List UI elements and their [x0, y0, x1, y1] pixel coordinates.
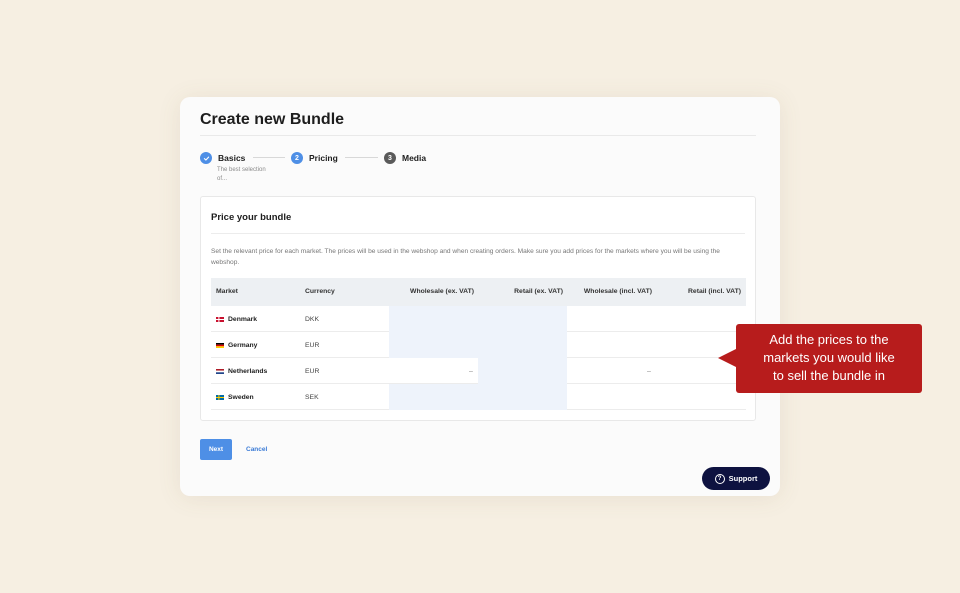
table-row: Sweden SEK: [211, 384, 746, 410]
wholesale-ex-value: –: [469, 367, 473, 375]
support-button[interactable]: ? Support: [702, 467, 770, 490]
pricing-panel: Price your bundle Set the relevant price…: [200, 196, 756, 421]
step-number-pricing: 2: [291, 152, 303, 164]
price-input-incl[interactable]: [567, 384, 746, 410]
table-row: Germany EUR: [211, 332, 746, 358]
support-label: Support: [728, 474, 758, 483]
currency-cell: EUR: [305, 367, 320, 375]
column-header-retail-incl: Retail (incl. VAT): [688, 288, 741, 295]
cancel-button[interactable]: Cancel: [246, 439, 267, 460]
step-label-media: Media: [402, 153, 427, 163]
callout-pointer: [718, 349, 736, 367]
price-input-wholesale-ex[interactable]: [389, 384, 567, 410]
step-basics[interactable]: Basics: [200, 152, 245, 164]
market-name: Netherlands: [228, 367, 268, 375]
germany-flag-icon: [216, 342, 224, 348]
price-input-retail-ex[interactable]: [478, 358, 567, 384]
page-title: Create new Bundle: [200, 111, 345, 128]
market-name: Germany: [228, 341, 258, 349]
market-cell: Germany: [216, 332, 257, 358]
currency-cell: DKK: [305, 315, 319, 323]
currency-cell: EUR: [305, 341, 320, 349]
denmark-flag-icon: [216, 316, 224, 322]
step-number-media: 3: [384, 152, 396, 164]
next-button[interactable]: Next: [200, 439, 232, 460]
market-cell: Netherlands: [215, 358, 268, 384]
stepper: Basics The best selection of... 2 Pricin…: [200, 152, 760, 192]
step-media[interactable]: 3 Media: [384, 152, 426, 164]
market-name: Denmark: [228, 315, 258, 323]
currency-cell: SEK: [305, 393, 319, 401]
price-input-wholesale-ex[interactable]: [389, 332, 567, 358]
tooltip-callout: Add the prices to the markets you would …: [736, 324, 922, 393]
panel-title: Price your bundle: [211, 212, 292, 223]
create-bundle-dialog: Create new Bundle Basics The best select…: [180, 97, 780, 496]
column-header-wholesale-ex: Wholesale (ex. VAT): [410, 288, 474, 295]
wholesale-incl-value: –: [647, 367, 651, 375]
callout-line: to sell the bundle in: [772, 368, 886, 383]
sweden-flag-icon: [216, 394, 224, 400]
column-header-wholesale-incl: Wholesale (incl. VAT): [583, 288, 652, 295]
step-label-basics: Basics: [218, 153, 246, 163]
price-input-wholesale-incl[interactable]: [567, 306, 656, 332]
price-input-retail-incl[interactable]: [656, 306, 746, 332]
table-row: Netherlands EUR – –: [211, 358, 746, 384]
step-pricing[interactable]: 2 Pricing: [291, 152, 338, 164]
table-header: Market Currency Wholesale (ex. VAT) Reta…: [211, 278, 746, 306]
panel-divider: [211, 233, 745, 234]
title-divider: [200, 135, 756, 136]
market-name: Sweden: [228, 393, 254, 401]
market-cell: Sweden: [216, 384, 254, 410]
callout-line: markets you would like: [763, 350, 895, 365]
column-header-market: Market: [216, 288, 238, 295]
step-basics-subtitle: The best selection of...: [217, 167, 266, 182]
callout-line: Add the prices to the: [769, 332, 889, 347]
check-icon: [200, 152, 212, 164]
price-table: Market Currency Wholesale (ex. VAT) Reta…: [211, 278, 746, 410]
column-header-retail-ex: Retail (ex. VAT): [514, 288, 563, 295]
column-header-currency: Currency: [305, 288, 335, 295]
panel-description: Set the relevant price for each market. …: [211, 248, 720, 266]
step-label-pricing: Pricing: [309, 153, 338, 163]
question-circle-icon: ?: [714, 473, 725, 484]
step-connector: [345, 157, 378, 158]
table-row: Denmark DKK: [211, 306, 746, 332]
market-cell: Denmark: [216, 306, 257, 332]
step-connector: [253, 157, 285, 158]
netherlands-flag-icon: [215, 368, 225, 374]
price-input-retail-ex[interactable]: [478, 306, 567, 332]
